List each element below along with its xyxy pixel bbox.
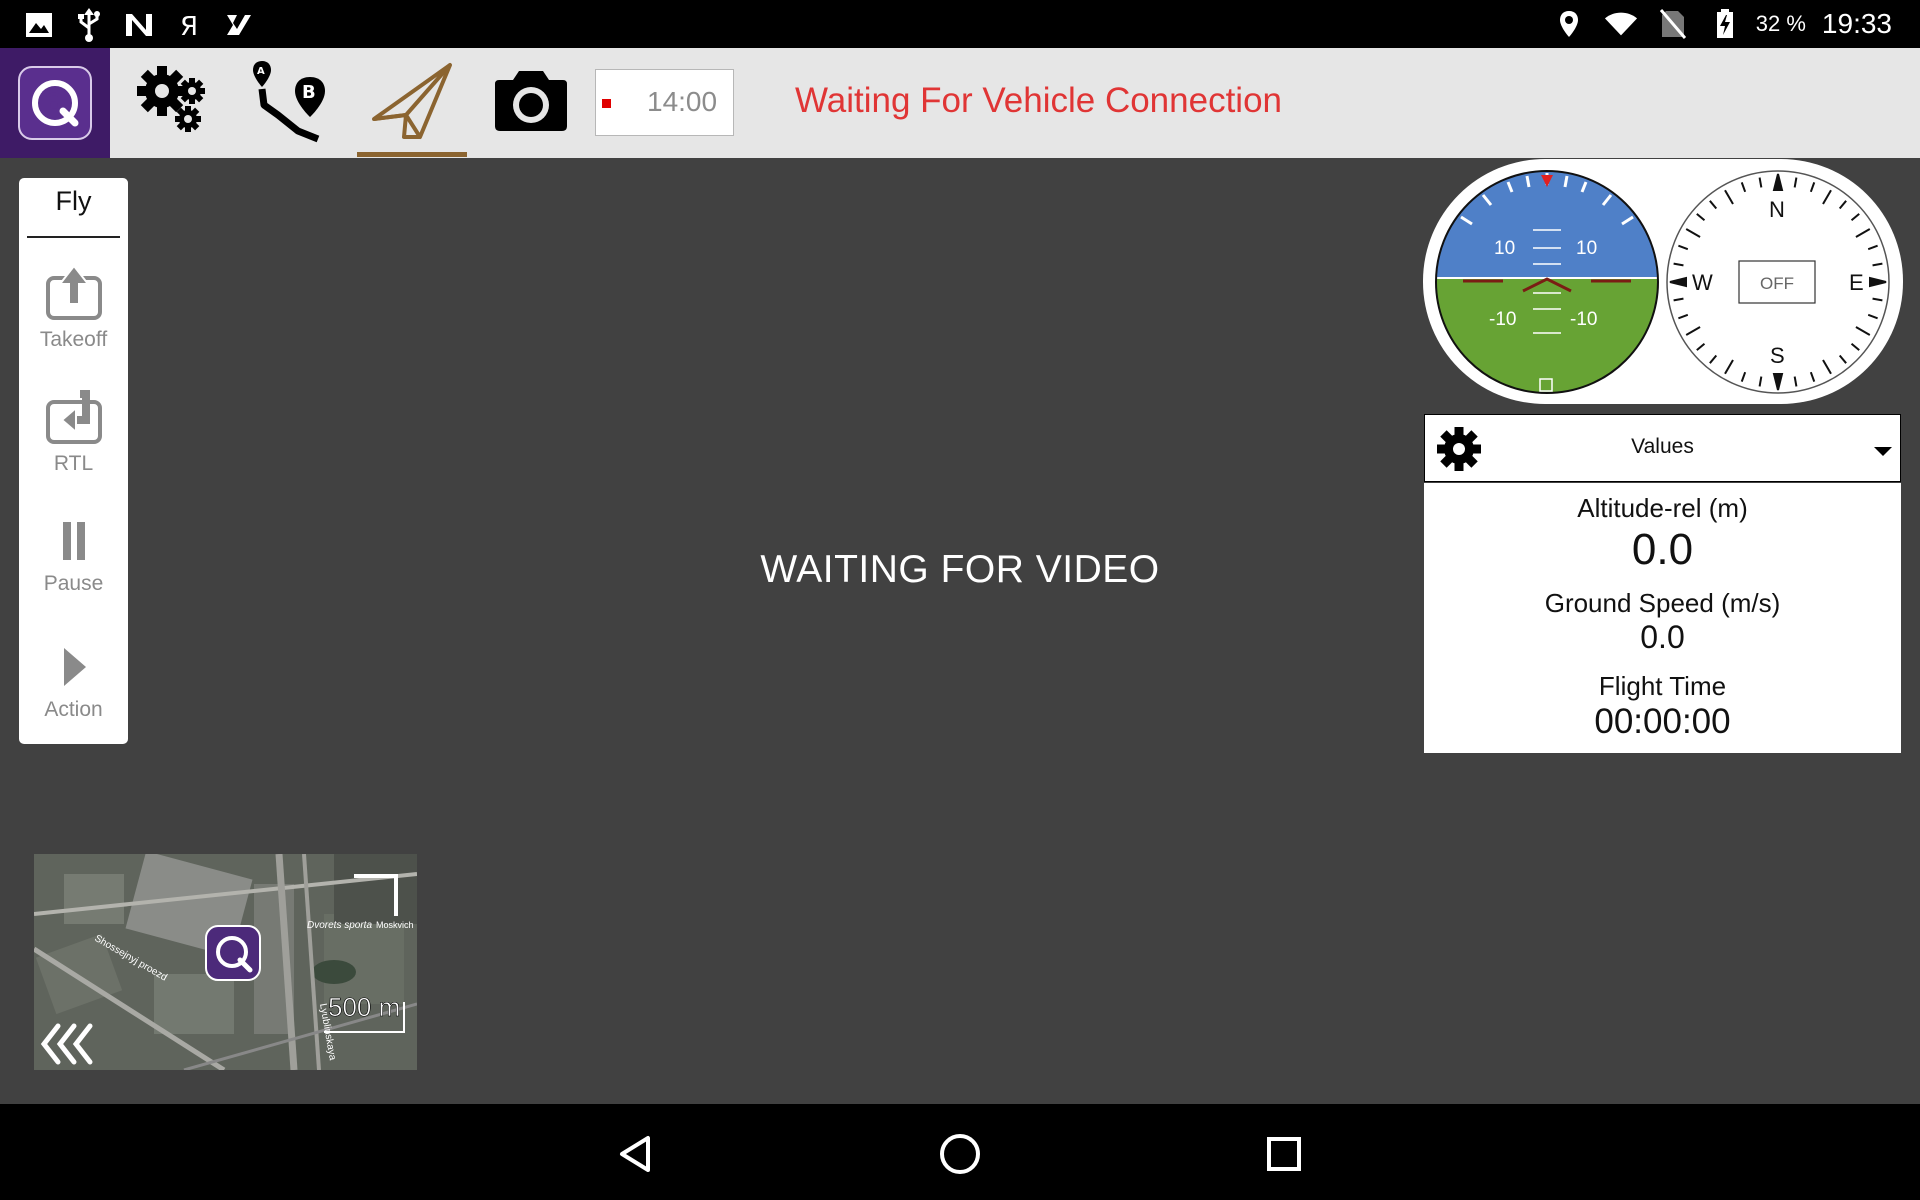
rtl-button[interactable]: RTL: [19, 390, 128, 476]
map-scale-label: 500 m: [328, 992, 400, 1022]
rtl-icon: [45, 390, 102, 448]
instrument-panel: 10 10 -10 -10 N E S W OFF: [1423, 159, 1903, 404]
svg-text:B: B: [302, 82, 316, 103]
action-label: Action: [44, 698, 103, 721]
tasks-check-icon: [222, 8, 256, 42]
pitch-label-10-right: 10: [1576, 238, 1597, 259]
svg-text:A: A: [257, 66, 265, 77]
no-sim-icon: [1656, 7, 1690, 41]
svg-text:Я: Я: [180, 12, 198, 39]
record-timer[interactable]: 14:00: [595, 69, 734, 136]
ground-speed-label: Ground Speed (m/s): [1544, 588, 1781, 618]
altitude-label: Altitude-rel (m): [1577, 493, 1748, 523]
android-nav-bar: [0, 1104, 1920, 1200]
takeoff-button[interactable]: Takeoff: [19, 264, 128, 352]
vehicle-marker-icon: [205, 925, 261, 981]
timer-value: 14:00: [647, 86, 718, 117]
fly-panel-title: Fly: [55, 186, 92, 216]
map-label-dvorets: Dvorets sporta: [307, 920, 372, 931]
fly-button[interactable]: [357, 48, 467, 158]
recents-icon[interactable]: [1254, 1124, 1314, 1184]
rtl-label: RTL: [53, 452, 94, 475]
fly-tools-panel: Fly Takeoff RTL Pause Action: [19, 178, 128, 744]
compass: N E S W OFF: [1666, 170, 1890, 394]
chevron-down-icon[interactable]: [1874, 443, 1892, 462]
values-panel-header[interactable]: Values: [1424, 414, 1901, 482]
status-bar: Я 32 % 19:33: [0, 0, 1920, 48]
flight-time-value: 00:00:00: [1594, 702, 1731, 741]
yandex-icon: Я: [172, 8, 206, 42]
compass-s-label: S: [1770, 343, 1785, 368]
qgc-logo-icon: [18, 66, 92, 140]
flight-time-label: Flight Time: [1598, 671, 1727, 701]
home-icon[interactable]: [930, 1124, 990, 1184]
pitch-label-minus10-left: -10: [1489, 309, 1516, 330]
map-label-moskvich: Moskvich: [376, 920, 414, 930]
usb-icon: [72, 8, 106, 42]
back-icon[interactable]: [606, 1124, 666, 1184]
pitch-label-10-left: 10: [1494, 238, 1515, 259]
connection-status: Waiting For Vehicle Connection: [795, 81, 1283, 120]
qgc-logo-button[interactable]: [0, 48, 110, 158]
values-panel-title: Values: [1631, 435, 1694, 458]
compass-w-label: W: [1692, 270, 1713, 295]
settings-button[interactable]: [131, 48, 216, 158]
record-indicator: [602, 99, 611, 108]
pitch-label-minus10-right: -10: [1570, 309, 1597, 330]
altitude-value: 0.0: [1631, 525, 1694, 574]
wifi-icon: [1604, 7, 1638, 41]
camera-icon: [491, 68, 571, 138]
paper-plane-icon: [370, 59, 454, 147]
play-icon: [46, 648, 102, 694]
plan-route-icon: A B: [248, 59, 332, 147]
mini-map[interactable]: Dvorets sporta Moskvich Shossejnyj proez…: [34, 854, 417, 1070]
compass-heading-display: OFF: [1760, 274, 1794, 293]
main-toolbar: A B 14:00 Waiting For Vehicle Connection: [0, 48, 1920, 158]
status-clock: 19:33: [1821, 8, 1892, 39]
camera-button[interactable]: [488, 48, 573, 158]
gallery-icon: [22, 8, 56, 42]
takeoff-icon: [45, 264, 102, 324]
plan-button[interactable]: A B: [245, 48, 335, 158]
values-panel: Altitude-rel (m) 0.0 Ground Speed (m/s) …: [1424, 483, 1901, 753]
battery-percent: 32 %: [1755, 11, 1806, 36]
ground-speed-value: 0.0: [1640, 619, 1685, 655]
compass-n-label: N: [1769, 197, 1785, 222]
location-icon: [1552, 7, 1586, 41]
action-button[interactable]: Action: [19, 644, 128, 722]
divider: [27, 236, 120, 238]
attitude-indicator: 10 10 -10 -10: [1435, 170, 1659, 394]
n-app-icon: [122, 8, 156, 42]
gears-icon: [134, 61, 214, 145]
active-tab-indicator: [357, 152, 467, 157]
battery-charging-icon: [1708, 7, 1742, 41]
takeoff-label: Takeoff: [39, 328, 108, 351]
compass-e-label: E: [1849, 270, 1864, 295]
